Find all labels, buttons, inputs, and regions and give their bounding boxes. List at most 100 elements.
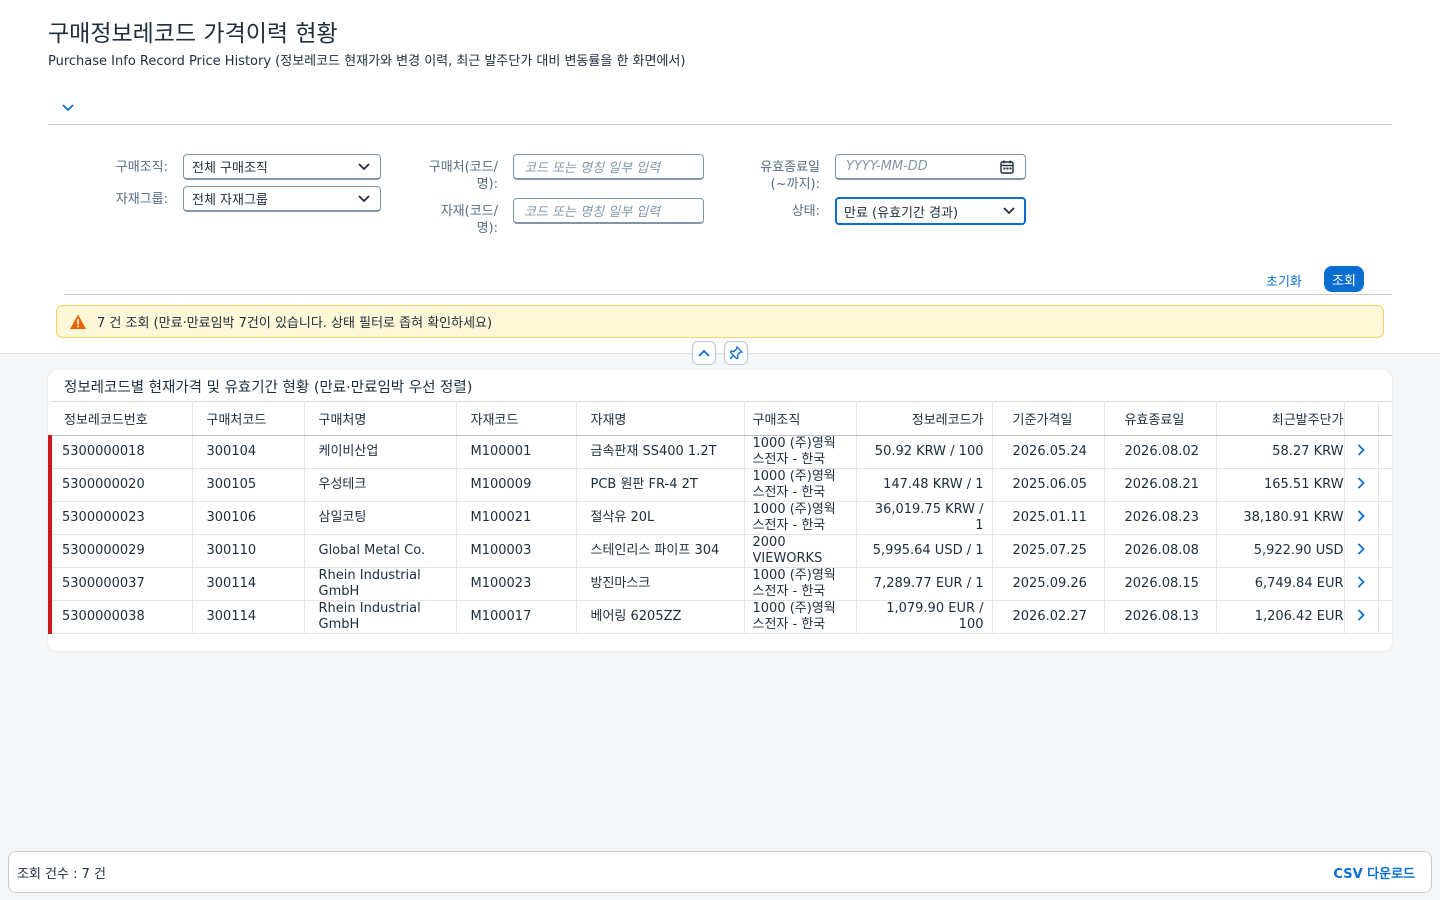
chevron-down-icon [358, 160, 372, 174]
csv-download-button[interactable]: CSV 다운로드 [1333, 863, 1415, 882]
col-header-info-record[interactable]: 정보레코드번호 [50, 401, 193, 436]
purch-org-value: 전체 구매조직 [192, 161, 268, 176]
cell-valid-to: 2026.08.13 [1104, 600, 1217, 634]
chevron-right-icon[interactable] [1344, 501, 1379, 535]
pin-icon [729, 346, 743, 360]
cell-last-po-price: 38,180.91 KRW [1216, 501, 1345, 535]
cell-vendor-name: 케이비산업 [304, 435, 457, 469]
warning-icon [69, 313, 87, 331]
cell-info-record: 5300000023 [48, 501, 193, 535]
col-header-info-price[interactable]: 정보레코드가 [856, 401, 993, 436]
cell-purch-org: 1000 (주)영웍 스전자 - 한국 [744, 501, 857, 535]
purch-org-select[interactable]: 전체 구매조직 [183, 154, 381, 180]
purch-org-line1: 2000 [752, 535, 786, 550]
cell-info-record: 5300000020 [48, 468, 193, 502]
chevron-right-icon[interactable] [1344, 567, 1379, 601]
vendor-label-line2: 명): [476, 177, 498, 192]
cell-last-po-price: 1,206.42 EUR [1216, 600, 1345, 634]
collapse-header-button[interactable] [692, 341, 716, 365]
chevron-right-icon[interactable] [1344, 534, 1379, 568]
cell-purch-org: 2000 VIEWORKS [744, 534, 857, 568]
cell-material-code: M100017 [456, 600, 577, 634]
cell-material-code: M100021 [456, 501, 577, 535]
cell-last-po-price: 5,922.90 USD [1216, 534, 1345, 568]
purch-org-line1: 1000 (주)영웍 [752, 502, 836, 517]
row-spacer [1378, 600, 1392, 634]
chevron-down-icon [1003, 204, 1017, 218]
vendor-label-line1: 구매처(코드/ [428, 160, 498, 175]
chevron-up-icon [698, 349, 710, 357]
chevron-right-icon[interactable] [1344, 468, 1379, 502]
table-row[interactable]: 5300000023 300106 삼일코팅 M100021 절삭유 20L 1… [48, 501, 1392, 535]
results-table-card: 정보레코드별 현재가격 및 유효기간 현황 (만료·만료임박 우선 정렬) 정보… [48, 370, 1392, 651]
cell-material-name: 베어링 6205ZZ [576, 600, 745, 634]
cell-info-record: 5300000037 [48, 567, 193, 601]
status-value: 만료 (유효기간 경과) [844, 205, 959, 221]
reset-button[interactable]: 초기화 [1266, 271, 1302, 290]
cell-price-date: 2026.05.24 [992, 435, 1105, 469]
pin-header-button[interactable] [724, 341, 748, 365]
col-header-nav [1344, 401, 1379, 436]
table-row[interactable]: 5300000037 300114 Rhein Industrial GmbH … [48, 567, 1392, 601]
calendar-icon[interactable] [999, 159, 1015, 175]
col-header-material-code[interactable]: 자재코드 [456, 401, 577, 436]
cell-material-name: PCB 원판 FR-4 2T [576, 468, 745, 502]
purch-org-label: 구매조직: [115, 160, 168, 175]
table-row[interactable]: 5300000038 300114 Rhein Industrial GmbH … [48, 600, 1392, 634]
table-row[interactable]: 5300000020 300105 우성테크 M100009 PCB 원판 FR… [48, 468, 1392, 502]
cell-vendor-name: Rhein Industrial GmbH [304, 600, 457, 634]
cell-material-name: 절삭유 20L [576, 501, 745, 535]
chevron-down-icon [358, 192, 372, 206]
row-spacer [1378, 501, 1392, 535]
purch-org-line2: 스전자 - 한국 [752, 518, 826, 533]
warning-message-text: 7 건 조회 (만료·만료임박 7건이 있습니다. 상태 필터로 좁혀 확인하세… [97, 316, 493, 331]
cell-last-po-price: 6,749.84 EUR [1216, 567, 1345, 601]
filter-divider [64, 294, 1392, 295]
cell-vendor-code: 300106 [192, 501, 305, 535]
result-count: 조회 건수 : 7 건 [17, 866, 106, 882]
material-label-line2: 명): [476, 221, 498, 236]
cell-info-record: 5300000038 [48, 600, 193, 634]
cell-price-date: 2026.02.27 [992, 600, 1105, 634]
cell-last-po-price: 58.27 KRW [1216, 435, 1345, 469]
chevron-right-icon[interactable] [1344, 435, 1379, 469]
cell-material-code: M100009 [456, 468, 577, 502]
cell-info-record: 5300000029 [48, 534, 193, 568]
cell-valid-to: 2026.08.02 [1104, 435, 1217, 469]
cell-vendor-name: 우성테크 [304, 468, 457, 502]
cell-price-date: 2025.09.26 [992, 567, 1105, 601]
table-row[interactable]: 5300000029 300110 Global Metal Co. M1000… [48, 534, 1392, 568]
material-input[interactable]: 코드 또는 명칭 일부 입력 [513, 198, 704, 224]
col-header-material-name[interactable]: 자재명 [576, 401, 745, 436]
col-header-last-po-price[interactable]: 최근발주단가 [1216, 401, 1345, 436]
row-spacer [1378, 468, 1392, 502]
chevron-down-icon[interactable] [58, 98, 78, 118]
cell-valid-to: 2026.08.23 [1104, 501, 1217, 535]
cell-material-name: 스테인리스 파이프 304 [576, 534, 745, 568]
cell-material-name: 방진마스크 [576, 567, 745, 601]
col-header-valid-to[interactable]: 유효종료일 [1104, 401, 1217, 436]
valid-to-date-input[interactable]: YYYY-MM-DD [835, 154, 1026, 180]
purch-org-line2: 스전자 - 한국 [752, 452, 826, 467]
col-header-purch-org[interactable]: 구매조직 [744, 401, 857, 436]
col-header-price-date[interactable]: 기준가격일 [992, 401, 1105, 436]
page-title: 구매정보레코드 가격이력 현황 [48, 21, 338, 47]
cell-info-price: 1,079.90 EUR / 100 [856, 600, 993, 634]
header-area: 구매정보레코드 가격이력 현황 Purchase Info Record Pri… [0, 0, 1440, 354]
cell-price-date: 2025.01.11 [992, 501, 1105, 535]
cell-material-code: M100023 [456, 567, 577, 601]
chevron-right-icon[interactable] [1344, 600, 1379, 634]
vendor-input[interactable]: 코드 또는 명칭 일부 입력 [513, 154, 704, 180]
status-label: 상태: [791, 204, 820, 219]
warning-message-strip: 7 건 조회 (만료·만료임박 7건이 있습니다. 상태 필터로 좁혀 확인하세… [56, 305, 1384, 338]
mat-group-select[interactable]: 전체 자재그룹 [183, 186, 381, 212]
status-select[interactable]: 만료 (유효기간 경과) [835, 197, 1026, 225]
col-header-vendor-code[interactable]: 구매처코드 [192, 401, 305, 436]
cell-vendor-name: Global Metal Co. [304, 534, 457, 568]
search-button[interactable]: 조회 [1324, 266, 1364, 292]
col-header-vendor-name[interactable]: 구매처명 [304, 401, 457, 436]
cell-info-price: 50.92 KRW / 100 [856, 435, 993, 469]
valid-to-label-line1: 유효종료일 [760, 160, 820, 175]
table-row[interactable]: 5300000018 300104 케이비산업 M100001 금속판재 SS4… [48, 435, 1392, 469]
material-label: 자재(코드/ 명): [400, 203, 498, 237]
